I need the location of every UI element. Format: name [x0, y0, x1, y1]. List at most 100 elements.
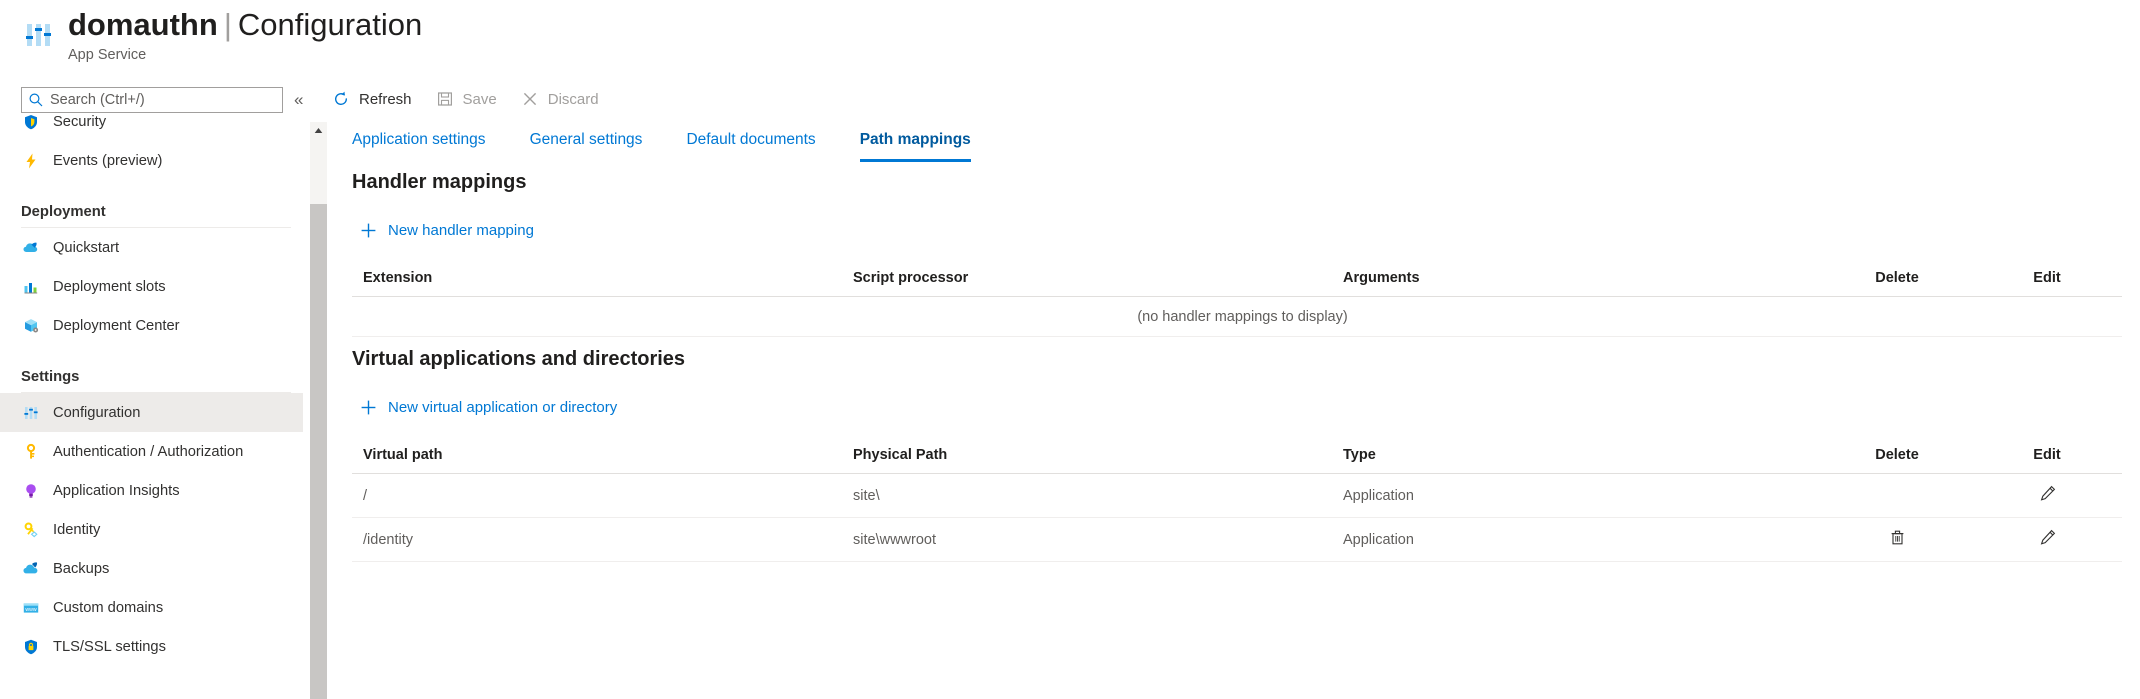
cell-type: Application [1332, 517, 1822, 562]
cell-delete[interactable] [1822, 517, 1972, 562]
sidebar-item-identity[interactable]: Identity [0, 510, 303, 549]
column-header-edit: Edit [1972, 264, 2122, 297]
sidebar-group-label: Settings [21, 369, 80, 385]
save-button[interactable]: Save [426, 83, 507, 115]
sidebar-item-label: Backups [53, 560, 110, 577]
refresh-button[interactable]: Refresh [322, 83, 422, 115]
sidebar-item-backups[interactable]: Backups [0, 549, 303, 588]
package-box-icon [21, 316, 41, 336]
sliders-icon [21, 403, 41, 423]
page-title: domauthn | Configuration App Service [68, 6, 422, 64]
sidebar-item-label: Events (preview) [53, 152, 163, 169]
page-name: Configuration [237, 7, 423, 42]
page-header: domauthn | Configuration App Service [0, 0, 2140, 76]
cell-physical-path: site\ [842, 473, 1332, 518]
azure-portal-configuration-page: domauthn | Configuration App Service Searc… [0, 0, 2140, 699]
cell-edit[interactable] [1972, 517, 2122, 562]
sidebar-item-configuration[interactable]: Configuration [0, 393, 303, 432]
svg-text:www: www [25, 607, 36, 613]
sidebar-group-label: Deployment [21, 204, 106, 220]
sidebar-item-security[interactable]: Security [0, 102, 303, 141]
table-header-row: Extension Script processor Arguments Del… [352, 264, 2122, 297]
resource-type-label: App Service [68, 47, 147, 63]
cell-delete [1822, 473, 1972, 518]
column-header-delete: Delete [1822, 441, 1972, 474]
sidebar-item-deployment-slots[interactable]: Deployment slots [0, 267, 303, 306]
sidebar-group-deployment: Deployment [0, 180, 303, 228]
cloud-backup-icon [21, 559, 41, 579]
www-window-icon: www [21, 598, 41, 618]
table-row[interactable]: / site\ Application [352, 473, 2122, 518]
cell-edit[interactable] [1972, 473, 2122, 518]
resource-name: domauthn [68, 7, 218, 42]
cell-physical-path: site\wwwroot [842, 517, 1332, 562]
lock-shield-icon [21, 637, 41, 657]
trash-icon[interactable] [1888, 528, 1907, 547]
sidebar: Search (Ctrl+/) « Security Events (previ… [0, 76, 303, 699]
scroll-up-arrow-icon[interactable] [310, 122, 327, 139]
sidebar-item-tls-ssl-settings[interactable]: TLS/SSL settings [0, 627, 303, 666]
pencil-icon[interactable] [2038, 528, 2057, 547]
tab-application-settings[interactable]: Application settings [352, 122, 486, 162]
virtual-applications-title: Virtual applications and directories [352, 348, 686, 370]
configuration-sliders-icon [22, 18, 56, 52]
plus-icon [360, 222, 377, 239]
new-handler-mapping-button[interactable]: New handler mapping [360, 222, 534, 239]
chart-bars-icon [21, 277, 41, 297]
tab-general-settings[interactable]: General settings [530, 122, 643, 162]
sidebar-item-application-insights[interactable]: Application Insights [0, 471, 303, 510]
handler-mappings-table: Extension Script processor Arguments Del… [352, 264, 2122, 337]
sidebar-item-authentication-authorization[interactable]: Authentication / Authorization [0, 432, 303, 471]
table-header-row: Virtual path Physical Path Type Delete E… [352, 441, 2122, 474]
lightbulb-icon [21, 481, 41, 501]
new-virtual-application-button[interactable]: New virtual application or directory [360, 399, 617, 416]
discard-button[interactable]: Discard [511, 83, 609, 115]
content-area: Application settings General settings De… [310, 122, 2140, 699]
sidebar-nav-list: Security Events (preview) Deployment Qui… [0, 102, 303, 666]
key-icon [21, 442, 41, 462]
sidebar-item-label: Configuration [53, 404, 141, 421]
handler-mappings-empty-text: (no handler mappings to display) [352, 296, 2122, 337]
table-empty-row: (no handler mappings to display) [352, 296, 2122, 337]
scrollbar-thumb[interactable] [310, 204, 327, 699]
sidebar-item-label: Authentication / Authorization [53, 443, 244, 460]
handler-mappings-title: Handler mappings [352, 171, 527, 193]
new-virtual-application-label: New virtual application or directory [388, 399, 618, 416]
sidebar-item-label: Custom domains [53, 599, 164, 616]
sidebar-item-quickstart[interactable]: Quickstart [0, 228, 303, 267]
command-bar: Refresh Save Discard [322, 76, 2140, 122]
column-header-extension: Extension [352, 264, 842, 297]
sidebar-item-label: Deployment slots [53, 278, 166, 295]
column-header-edit: Edit [1972, 441, 2122, 474]
sidebar-item-label: Application Insights [53, 482, 180, 499]
column-header-type: Type [1332, 441, 1822, 474]
column-header-physical-path: Physical Path [842, 441, 1332, 474]
refresh-icon [332, 90, 350, 108]
tab-default-documents[interactable]: Default documents [686, 122, 815, 162]
table-row[interactable]: /identity site\wwwroot Application [352, 517, 2122, 562]
sidebar-item-label: Deployment Center [53, 317, 180, 334]
sidebar-item-label: Security [53, 113, 107, 130]
column-header-virtual-path: Virtual path [352, 441, 842, 474]
content-scrollbar[interactable] [310, 122, 327, 699]
cell-virtual-path: / [352, 473, 842, 518]
column-header-arguments: Arguments [1332, 264, 1822, 297]
cell-virtual-path: /identity [352, 517, 842, 562]
cell-type: Application [1332, 473, 1822, 518]
tab-bar: Application settings General settings De… [352, 122, 1015, 174]
shield-icon [21, 112, 41, 132]
sidebar-item-label: Identity [53, 521, 101, 538]
sidebar-group-settings: Settings [0, 345, 303, 393]
sidebar-item-custom-domains[interactable]: www Custom domains [0, 588, 303, 627]
tab-path-mappings[interactable]: Path mappings [859, 122, 971, 162]
new-handler-mapping-label: New handler mapping [388, 222, 534, 239]
plus-icon [360, 399, 377, 416]
refresh-label: Refresh [359, 90, 412, 108]
sidebar-item-deployment-center[interactable]: Deployment Center [0, 306, 303, 345]
save-disk-icon [436, 90, 454, 108]
sidebar-item-events-preview[interactable]: Events (preview) [0, 141, 303, 180]
sidebar-item-label: TLS/SSL settings [53, 638, 166, 655]
key-badge-icon [21, 520, 41, 540]
pencil-icon[interactable] [2038, 484, 2057, 503]
cloud-rocket-icon [21, 238, 41, 258]
